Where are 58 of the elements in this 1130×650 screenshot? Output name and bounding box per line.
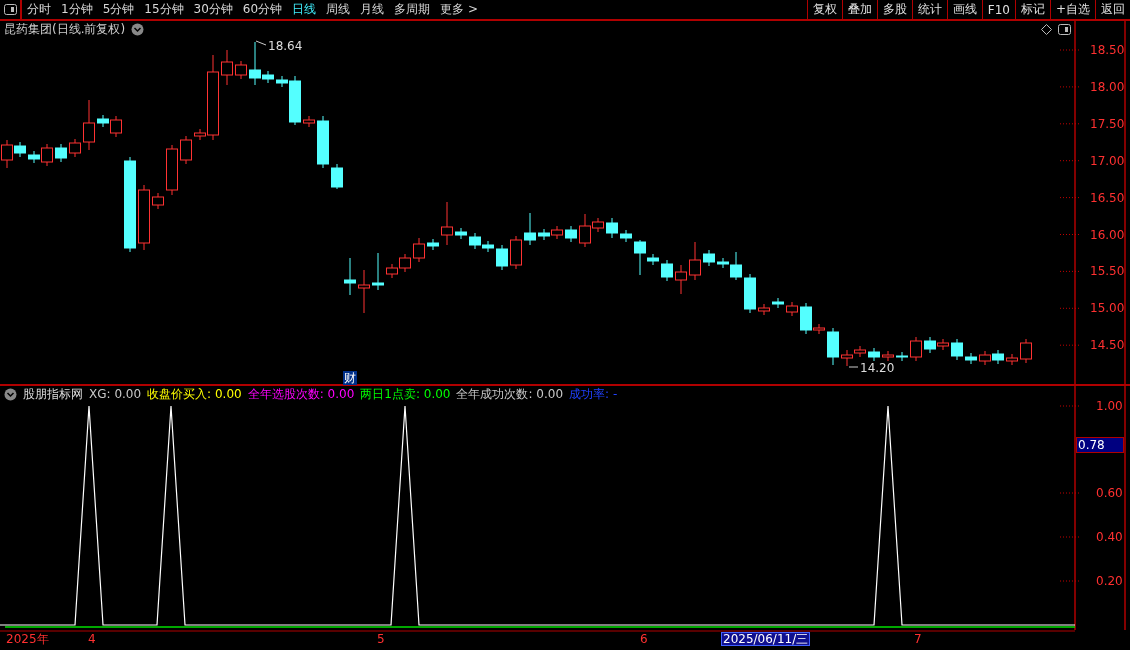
indicator-axis-label: 0.20 — [1096, 574, 1123, 588]
period-tab[interactable]: 多周期 — [389, 0, 436, 19]
indicator-name: 股朋指标网 — [23, 387, 83, 401]
price-axis-label: 17.50 — [1090, 116, 1125, 131]
toolbar-button[interactable]: 标记 — [1014, 0, 1050, 19]
period-tab[interactable]: 月线 — [355, 0, 390, 19]
indicator-value: XG: 0.00 — [89, 387, 142, 401]
leader-line — [255, 40, 267, 46]
period-tab[interactable]: 5分钟 — [97, 0, 140, 19]
panel-toggle-icon[interactable] — [3, 4, 17, 15]
period-tab[interactable]: 周线 — [321, 0, 356, 19]
price-axis-label: 16.00 — [1090, 227, 1125, 242]
price-axis-label: 16.50 — [1090, 190, 1125, 205]
period-tab[interactable]: 日线 — [287, 0, 322, 19]
toolbar-button[interactable]: 复权 — [806, 0, 842, 19]
chart-title: 昆药集团(日线.前复权) — [4, 22, 126, 36]
current-value-label: 0.78 — [1076, 437, 1124, 453]
period-tab[interactable]: 1分钟 — [56, 0, 98, 19]
year-label: 2025年 — [6, 632, 49, 646]
price-axis-label: 18.00 — [1090, 79, 1125, 94]
indicator-axis-label: 0.40 — [1096, 530, 1123, 544]
more-menu[interactable]: 更多 > — [435, 0, 483, 19]
price-axis-label: 17.00 — [1090, 153, 1125, 168]
chevron-down-icon[interactable] — [131, 22, 145, 36]
toolbar-button[interactable]: 返回 — [1095, 0, 1130, 19]
toolbar-button[interactable]: F10 — [981, 0, 1015, 19]
month-label: 7 — [914, 632, 922, 646]
toolbar-button[interactable]: 统计 — [911, 0, 947, 19]
indicator-value: 成功率: - — [569, 387, 618, 401]
indicator-value: 全年选股次数: 0.00 — [247, 387, 355, 401]
price-axis-label: 15.50 — [1090, 264, 1125, 279]
toolbar-button[interactable]: +自选 — [1049, 0, 1095, 19]
price-axis-label: 18.50 — [1090, 43, 1125, 57]
indicator-axis-label: 1.00 — [1096, 399, 1123, 413]
price-axis-label: 15.00 — [1090, 301, 1125, 316]
diamond-icon[interactable] — [1041, 24, 1052, 35]
toolbar-button[interactable]: 叠加 — [841, 0, 877, 19]
indicator-axis-label: 0.60 — [1096, 486, 1123, 500]
period-tab[interactable]: 15分钟 — [139, 0, 189, 19]
toolbar-button[interactable]: 画线 — [946, 0, 982, 19]
month-label: 4 — [88, 632, 96, 646]
indicator-value: 全年成功次数: 0.00 — [456, 387, 564, 401]
month-label: 6 — [640, 632, 648, 646]
event-marker[interactable]: 财 — [343, 371, 357, 385]
period-tab[interactable]: 60分钟 — [237, 0, 288, 19]
leader-line — [848, 366, 859, 368]
indicator-value: 两日1点卖: 0.00 — [360, 387, 451, 401]
price-axis-label: 14.50 — [1090, 338, 1125, 353]
low-price-label: 14.20 — [860, 361, 895, 375]
chevron-down-icon[interactable] — [4, 387, 17, 401]
period-tab[interactable]: 分时 — [22, 0, 56, 19]
toolbar-button[interactable]: 多股 — [876, 0, 912, 19]
month-label: 5 — [377, 632, 385, 646]
high-price-label: 18.64 — [268, 39, 303, 53]
period-tab[interactable]: 30分钟 — [188, 0, 238, 19]
cursor-date-label: 2025/06/11/三 — [721, 632, 811, 646]
indicator-value: 收盘价买入: 0.00 — [147, 387, 242, 401]
panel-toggle-icon[interactable] — [1058, 24, 1071, 35]
